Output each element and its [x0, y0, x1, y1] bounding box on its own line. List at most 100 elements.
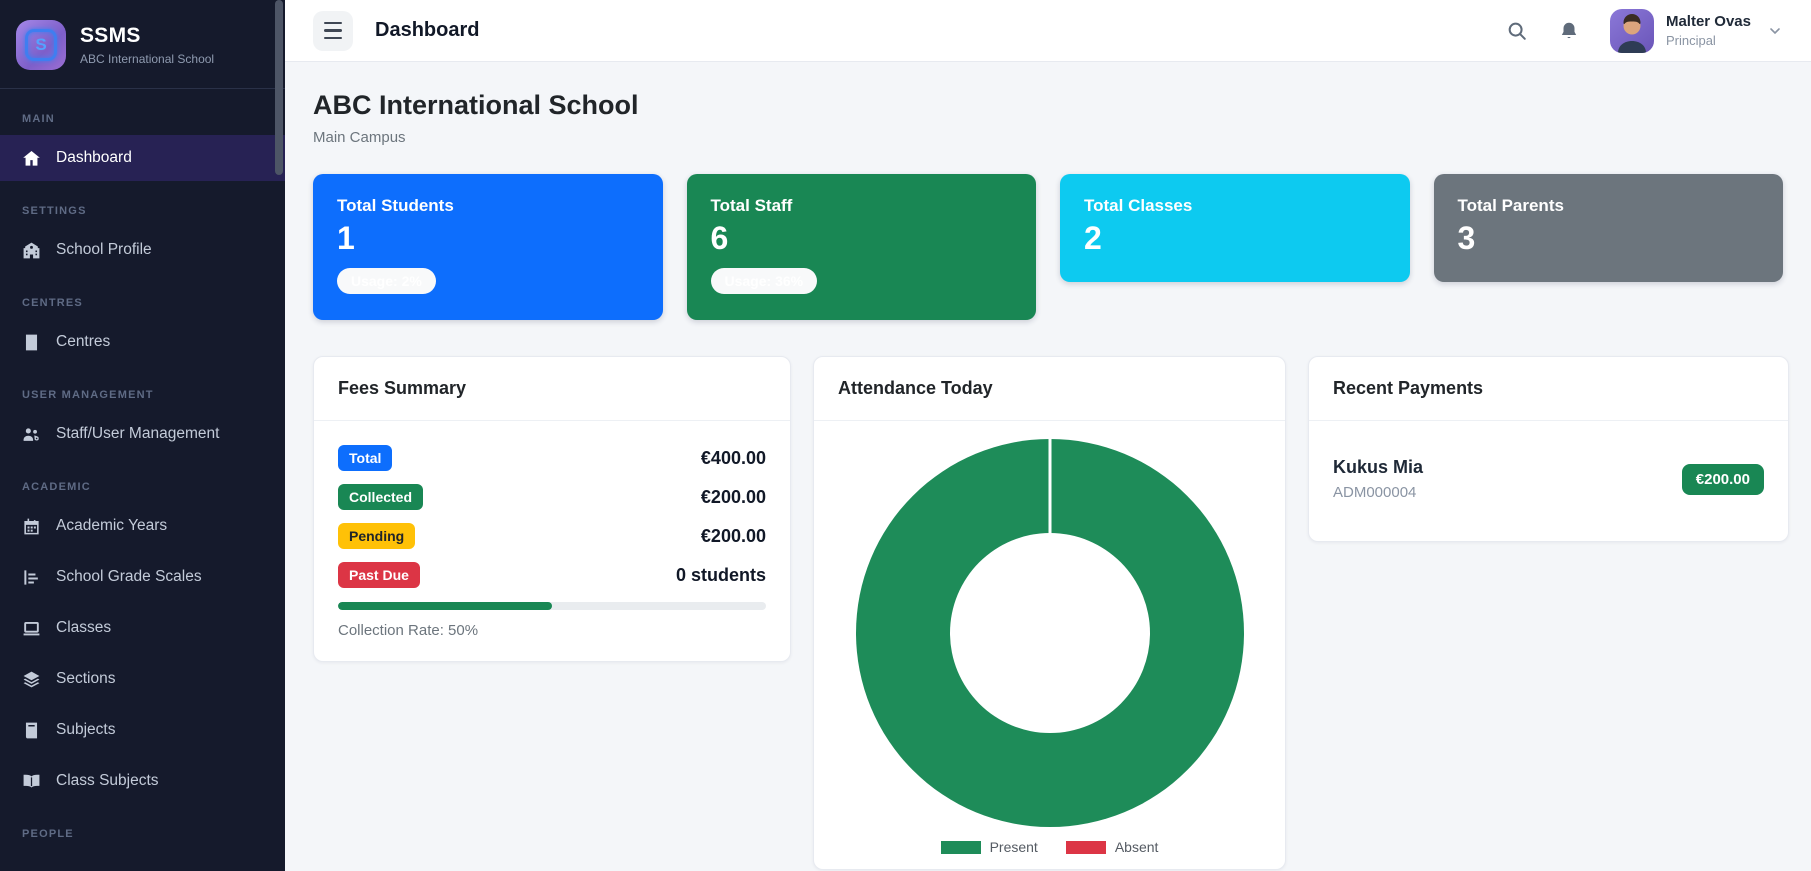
- search-button[interactable]: [1506, 20, 1528, 42]
- sidebar-item-label: Subjects: [56, 721, 115, 739]
- collection-progress-bar: [338, 602, 766, 610]
- stat-label: Total Parents: [1458, 196, 1760, 216]
- sidebar-scrollbar[interactable]: [275, 0, 283, 175]
- sidebar-item-centres[interactable]: Centres: [0, 319, 285, 365]
- sidebar-item-label: Dashboard: [56, 149, 132, 167]
- sidebar-item-classes[interactable]: Classes: [0, 605, 285, 651]
- building-icon: [22, 333, 41, 352]
- stat-card-total-staff: Total Staff 6 Usage: 36%: [687, 174, 1037, 320]
- payment-admission-number: ADM000004: [1333, 484, 1423, 501]
- notifications-button[interactable]: [1558, 20, 1580, 42]
- attendance-title: Attendance Today: [814, 357, 1285, 421]
- logo-glyph: S: [25, 29, 57, 61]
- sidebar-item-school-profile[interactable]: School Profile: [0, 227, 285, 273]
- open-book-icon: [22, 772, 41, 791]
- fee-badge-pending: Pending: [338, 523, 415, 549]
- sidebar-item-label: Academic Years: [56, 517, 167, 535]
- brand-subtitle: ABC International School: [80, 52, 214, 66]
- sidebar-item-sections[interactable]: Sections: [0, 656, 285, 702]
- search-icon: [1506, 20, 1528, 42]
- layers-icon: [22, 670, 41, 689]
- fee-row-total: Total €400.00: [338, 443, 766, 473]
- sidebar-item-school-grade-scales[interactable]: School Grade Scales: [0, 554, 285, 600]
- nav-section-centres: CENTRES: [22, 297, 263, 309]
- fee-row-past-due: Past Due 0 students: [338, 560, 766, 590]
- nav-section-academic: ACADEMIC: [22, 481, 263, 493]
- legend-item-absent[interactable]: Absent: [1066, 839, 1159, 855]
- stat-label: Total Students: [337, 196, 639, 216]
- users-gear-icon: [22, 425, 41, 444]
- sidebar-item-staff-user-management[interactable]: Staff/User Management: [0, 411, 285, 457]
- bell-icon: [1558, 20, 1580, 42]
- user-menu[interactable]: Malter Ovas Principal: [1610, 9, 1783, 53]
- sidebar-item-class-subjects[interactable]: Class Subjects: [0, 758, 285, 804]
- stat-label: Total Staff: [711, 196, 1013, 216]
- sidebar-item-label: Classes: [56, 619, 111, 637]
- school-icon: [22, 241, 41, 260]
- sidebar-item-label: Sections: [56, 670, 115, 688]
- legend-item-present[interactable]: Present: [941, 839, 1038, 855]
- top-header: Dashboard Malter Ovas Principal: [285, 0, 1811, 62]
- brand-name: SSMS: [80, 24, 214, 48]
- fee-badge-past-due: Past Due: [338, 562, 420, 588]
- bar-chart-icon: [22, 568, 41, 587]
- legend-label: Present: [990, 839, 1038, 855]
- stat-card-total-parents: Total Parents 3: [1434, 174, 1784, 282]
- stat-label: Total Classes: [1084, 196, 1386, 216]
- book-icon: [22, 721, 41, 740]
- sidebar: S SSMS ABC International School MAIN Das…: [0, 0, 285, 871]
- usage-badge: Usage: 36%: [711, 268, 818, 294]
- sidebar-item-subjects[interactable]: Subjects: [0, 707, 285, 753]
- stat-card-total-students: Total Students 1 Usage: 2%: [313, 174, 663, 320]
- user-role: Principal: [1666, 33, 1751, 48]
- chart-legend: Present Absent: [941, 839, 1159, 855]
- app-logo-icon: S: [16, 20, 66, 70]
- collection-progress-fill: [338, 602, 552, 610]
- nav-section-settings: SETTINGS: [22, 205, 263, 217]
- payment-list-item[interactable]: Kukus Mia ADM000004 €200.00: [1333, 443, 1764, 519]
- legend-label: Absent: [1115, 839, 1159, 855]
- fee-row-collected: Collected €200.00: [338, 482, 766, 512]
- payment-student-name: Kukus Mia: [1333, 457, 1423, 478]
- fee-badge-collected: Collected: [338, 484, 423, 510]
- screen-icon: [22, 619, 41, 638]
- legend-swatch-present: [941, 841, 981, 854]
- fee-value: €400.00: [701, 448, 766, 469]
- fee-row-pending: Pending €200.00: [338, 521, 766, 551]
- stat-value: 3: [1458, 222, 1760, 254]
- main-content: ABC International School Main Campus Tot…: [285, 62, 1811, 871]
- attendance-donut-chart: [856, 439, 1244, 827]
- sidebar-item-label: School Profile: [56, 241, 152, 259]
- usage-badge: Usage: 2%: [337, 268, 436, 294]
- stat-value: 1: [337, 222, 639, 254]
- user-avatar: [1610, 9, 1654, 53]
- sidebar-item-academic-years[interactable]: Academic Years: [0, 503, 285, 549]
- fee-value: €200.00: [701, 526, 766, 547]
- brand[interactable]: S SSMS ABC International School: [0, 0, 285, 89]
- sidebar-toggle-button[interactable]: [313, 11, 353, 51]
- chevron-down-icon: [1767, 23, 1783, 39]
- donut-segment-border: [1048, 439, 1051, 535]
- collection-rate-label: Collection Rate: 50%: [338, 622, 766, 639]
- fee-badge-total: Total: [338, 445, 392, 471]
- fees-summary-title: Fees Summary: [314, 357, 790, 421]
- calendar-icon: [22, 517, 41, 536]
- stats-row: Total Students 1 Usage: 2% Total Staff 6…: [313, 174, 1783, 320]
- stat-value: 2: [1084, 222, 1386, 254]
- sidebar-item-label: School Grade Scales: [56, 568, 202, 586]
- header-title: Dashboard: [375, 19, 479, 42]
- sidebar-item-label: Class Subjects: [56, 772, 159, 790]
- nav-section-people: PEOPLE: [22, 828, 263, 840]
- fees-summary-card: Fees Summary Total €400.00 Collected €20…: [313, 356, 791, 662]
- payment-amount-badge: €200.00: [1682, 464, 1764, 495]
- stat-card-total-classes: Total Classes 2: [1060, 174, 1410, 282]
- fee-value: 0 students: [676, 565, 766, 586]
- home-icon: [22, 149, 41, 168]
- user-name: Malter Ovas: [1666, 13, 1751, 30]
- recent-payments-title: Recent Payments: [1309, 357, 1788, 421]
- nav-section-user-management: USER MANAGEMENT: [22, 389, 263, 401]
- stat-value: 6: [711, 222, 1013, 254]
- page-title: ABC International School: [313, 90, 1783, 121]
- sidebar-item-dashboard[interactable]: Dashboard: [0, 135, 285, 181]
- sidebar-item-label: Centres: [56, 333, 110, 351]
